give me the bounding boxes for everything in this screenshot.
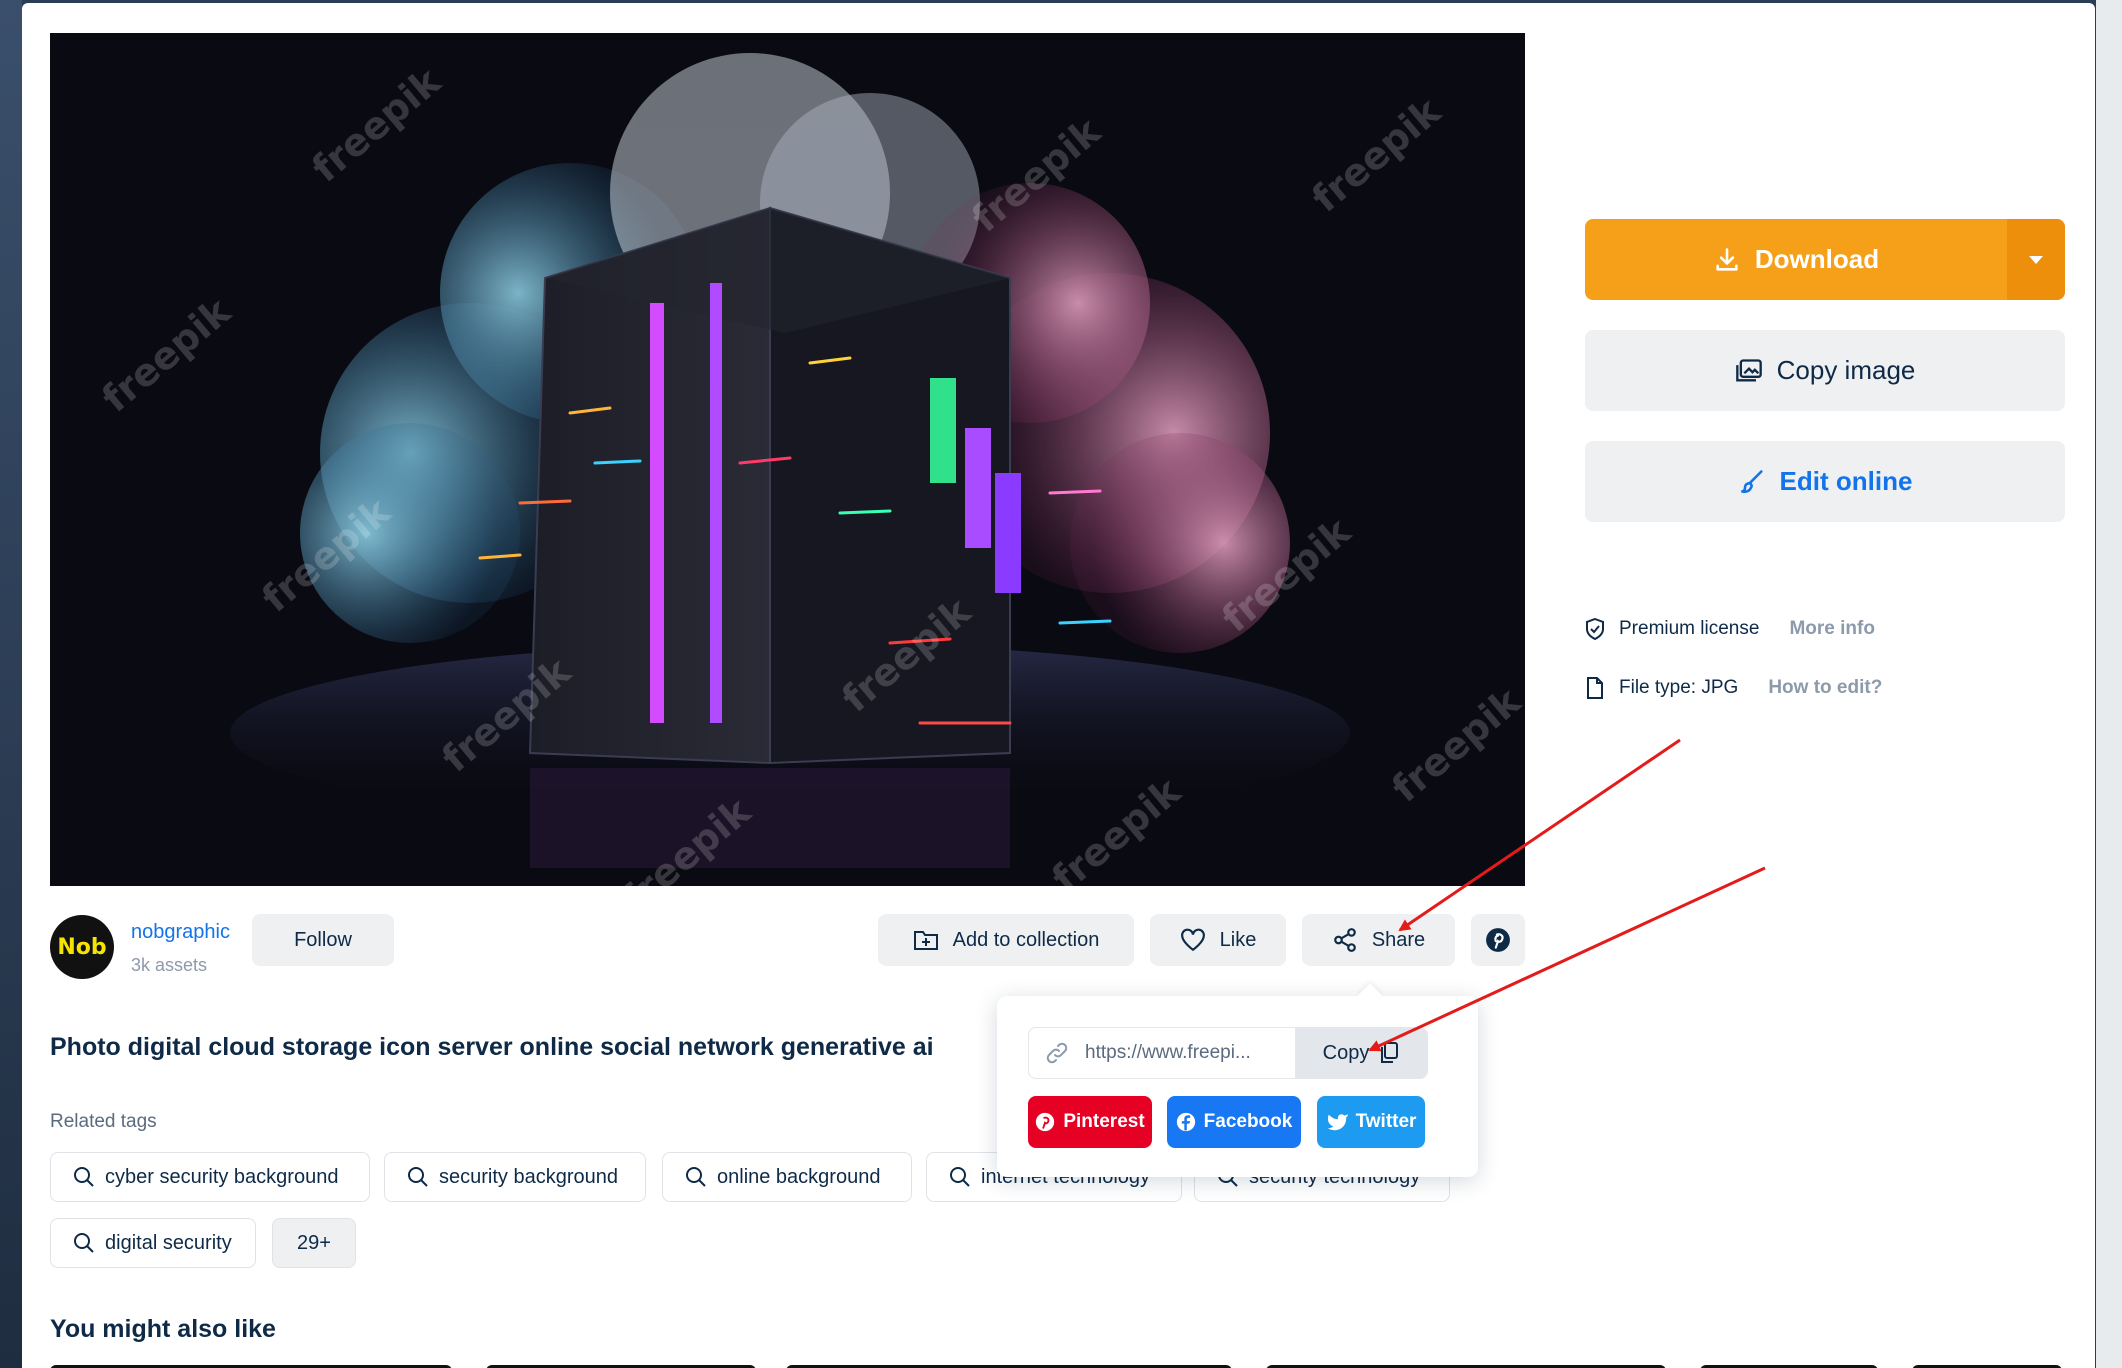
link-icon (1046, 1042, 1068, 1064)
author-name-link[interactable]: nobgraphic (131, 921, 230, 944)
popover-arrow (1357, 983, 1383, 1009)
pinterest-save-button[interactable] (1471, 914, 1525, 966)
download-main[interactable]: Download (1585, 219, 2007, 300)
brush-icon (1740, 469, 1763, 493)
tag-chip[interactable]: cyber security background (50, 1152, 370, 1202)
share-url[interactable]: https://www.freepi... (1029, 1041, 1295, 1065)
license-more-info-link[interactable]: More info (1789, 618, 1875, 640)
search-icon (408, 1167, 428, 1187)
file-icon (1587, 677, 1603, 699)
more-tags-button[interactable]: 29+ (272, 1218, 356, 1268)
search-icon (74, 1167, 94, 1187)
copy-link-label: Copy (1322, 1041, 1370, 1064)
pinterest-icon (1486, 928, 1510, 952)
how-to-edit-link[interactable]: How to edit? (1768, 677, 1882, 699)
download-options-button[interactable] (2007, 219, 2065, 300)
share-icon (1333, 928, 1356, 952)
download-icon (1716, 247, 1738, 271)
copy-link-button[interactable]: Copy (1295, 1028, 1427, 1078)
facebook-label: Facebook (1203, 1111, 1293, 1132)
folder-plus-icon (913, 931, 938, 950)
copy-icon (1381, 1042, 1399, 1063)
download-label: Download (1754, 244, 1880, 274)
file-type-row: File type: JPG How to edit? (1585, 677, 1882, 699)
search-icon (74, 1233, 94, 1253)
author-assets-count: 3k assets (131, 955, 208, 975)
tag-label: security background (439, 1165, 618, 1188)
tag-label: cyber security background (105, 1165, 339, 1188)
shield-check-icon (1586, 618, 1604, 640)
also-like-heading: You might also like (50, 1315, 276, 1343)
like-button[interactable]: Like (1150, 914, 1286, 966)
share-url-field[interactable]: https://www.freepi... Copy (1028, 1027, 1428, 1079)
follow-label: Follow (294, 928, 352, 951)
copy-image-button[interactable]: Copy image (1585, 330, 2065, 411)
tag-label: online background (717, 1165, 881, 1188)
tag-label: digital security (105, 1231, 232, 1254)
chevron-down-icon (2029, 255, 2043, 264)
download-button[interactable]: Download (1585, 219, 2065, 300)
share-popover: https://www.freepi... Copy Pinterest Fac… (997, 983, 1478, 1177)
twitter-label: Twitter (1355, 1111, 1417, 1132)
resource-modal: freepik freepik freepik freepik freepik … (22, 3, 2095, 1368)
edit-online-button[interactable]: Edit online (1585, 441, 2065, 522)
heart-icon (1180, 928, 1205, 952)
tag-chip[interactable]: online background (662, 1152, 912, 1202)
more-tags-label: 29+ (297, 1231, 331, 1254)
tag-chip[interactable]: security background (384, 1152, 646, 1202)
related-tags-label: Related tags (50, 1111, 157, 1132)
share-pinterest-button[interactable]: Pinterest (1028, 1096, 1152, 1148)
share-label: Share (1371, 928, 1426, 951)
pinterest-label: Pinterest (1063, 1111, 1145, 1132)
license-row: Premium license More info (1585, 618, 1875, 640)
page-title: Photo digital cloud storage icon server … (50, 1033, 934, 1061)
search-icon (686, 1167, 706, 1187)
facebook-icon (1176, 1112, 1195, 1132)
tag-chip[interactable]: digital security (50, 1218, 256, 1268)
pinterest-icon (1036, 1112, 1055, 1132)
file-type-label: File type: JPG (1619, 677, 1739, 698)
license-label: Premium license (1619, 618, 1760, 639)
copy-image-icon (1735, 358, 1762, 381)
share-facebook-button[interactable]: Facebook (1167, 1096, 1301, 1148)
cloud-server-illustration (50, 33, 1525, 886)
avatar-text: Nob (57, 934, 107, 960)
author-avatar[interactable]: Nob (50, 915, 114, 979)
search-icon (950, 1167, 970, 1187)
like-label: Like (1219, 928, 1257, 951)
share-url-text: https://www.freepi... (1085, 1042, 1251, 1063)
add-to-collection-label: Add to collection (952, 928, 1100, 951)
share-twitter-button[interactable]: Twitter (1317, 1096, 1425, 1148)
add-to-collection-button[interactable]: Add to collection (878, 914, 1134, 966)
twitter-icon (1327, 1114, 1348, 1131)
share-button[interactable]: Share (1302, 914, 1455, 966)
edit-online-label: Edit online (1779, 466, 1913, 496)
preview-image[interactable]: freepik freepik freepik freepik freepik … (50, 33, 1525, 886)
follow-button[interactable]: Follow (252, 914, 394, 966)
page-scrollbar[interactable] (2096, 0, 2122, 1368)
copy-image-label: Copy image (1776, 355, 1916, 385)
backdrop-left (0, 0, 22, 1368)
